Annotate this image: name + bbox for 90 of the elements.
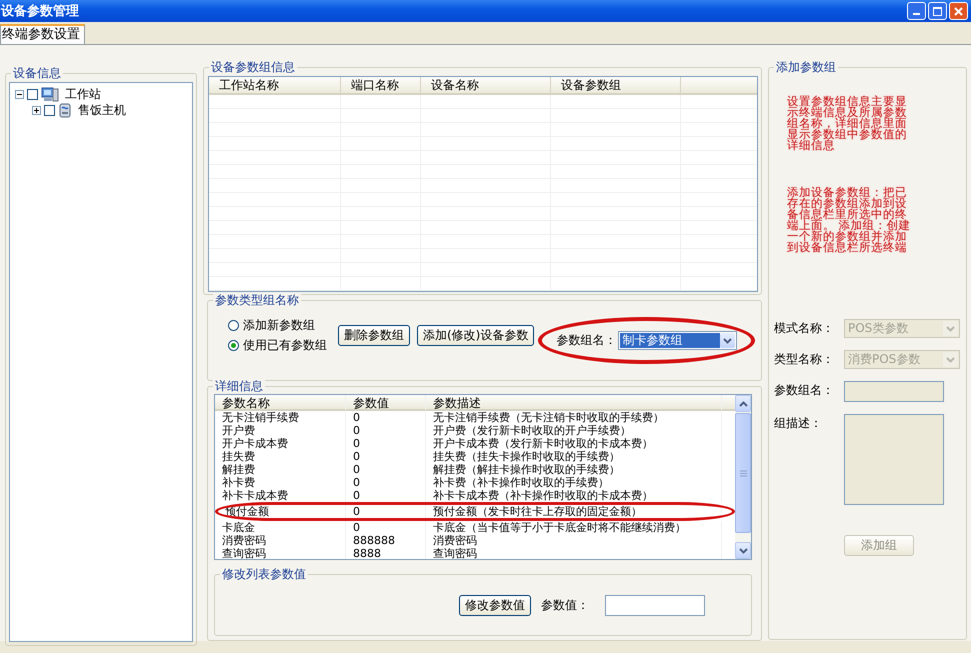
minimize-button[interactable]	[907, 2, 926, 20]
chevron-down-icon	[946, 326, 955, 332]
table-cell: 挂失费（挂失卡操作时收取的手续费）	[426, 450, 722, 463]
field-label: 参数值：	[541, 597, 589, 614]
table-cell: 0	[346, 437, 426, 450]
tab[interactable]: 终端参数设置	[0, 24, 85, 44]
table-cell: 0	[346, 476, 426, 489]
radio-button[interactable]	[228, 340, 239, 351]
scroll-thumb[interactable]	[735, 413, 751, 533]
column-header[interactable]: 端口名称	[341, 77, 421, 95]
group-name-dropdown[interactable]: 制卡参数组	[618, 331, 738, 350]
table-cell: 开户卡成本费	[215, 437, 346, 450]
help-text: 设置参数组信息主要显示终端信息及所属参数组名称，详细信息里面显示参数组中参数值的详细信息	[787, 96, 908, 151]
close-icon	[954, 6, 963, 16]
tree-item[interactable]: 售饭主机	[75, 102, 126, 118]
chevron-down-icon	[738, 548, 748, 554]
device-tree[interactable]: 工作站 售饭主机	[9, 82, 193, 642]
table-cell: 消费密码	[426, 534, 722, 547]
group-title: 设备信息	[11, 66, 63, 80]
scroll-down-button[interactable]	[735, 542, 751, 559]
table-cell: 卡底金（当卡值等于小于卡底金时将不能继续消费）	[426, 521, 722, 534]
expander-icon[interactable]	[32, 106, 41, 114]
maximize-icon	[933, 6, 942, 16]
table-cell: 消费密码	[215, 534, 346, 547]
radio-button[interactable]	[228, 320, 239, 331]
table-cell: 8888	[346, 547, 426, 559]
grip-icon	[740, 470, 746, 476]
column-header[interactable]: 设备名称	[421, 77, 551, 95]
table-cell: 0	[346, 450, 426, 463]
table-cell: 0	[346, 463, 426, 476]
group-title: 修改列表参数值	[220, 567, 308, 581]
close-button[interactable]	[949, 2, 968, 20]
table-cell: 预付金额（发卡时往卡上存取的固定金额）	[426, 505, 722, 518]
radio-label[interactable]: 使用已有参数组	[243, 336, 327, 354]
table-cell: 无卡注销手续费（无卡注销卡时收取的手续费）	[426, 411, 722, 424]
table-cell: 解挂费（解挂卡操作时收取的手续费）	[426, 463, 722, 476]
delete-group-button[interactable]: 删除参数组	[338, 325, 410, 346]
chevron-down-icon	[723, 338, 732, 344]
modify-value-button[interactable]: 修改参数值	[459, 595, 531, 616]
table-cell: 0	[346, 411, 426, 424]
group-title: 参数类型组名称	[213, 293, 301, 308]
table-cell: 开户卡成本费（发行新卡时收取的卡成本费）	[426, 437, 722, 450]
table-cell: 查询密码	[215, 547, 346, 559]
chevron-down-icon	[946, 356, 955, 362]
table-cell: 0	[346, 424, 426, 437]
value-field[interactable]	[605, 595, 705, 616]
field-label: 模式名称：	[774, 320, 835, 337]
table-cell: 888888	[346, 534, 426, 547]
window-title: 设备参数管理	[0, 3, 79, 20]
radio-label[interactable]: 添加新参数组	[243, 316, 315, 334]
computer-icon	[41, 86, 59, 102]
field-label: 类型名称：	[774, 351, 835, 368]
field-label: 参数组名：	[774, 382, 835, 399]
chevron-up-icon	[738, 400, 748, 406]
table-cell: 0	[346, 505, 426, 518]
column-header[interactable]: 参数值	[346, 395, 426, 411]
expander-icon[interactable]	[15, 90, 24, 98]
table-cell: 无卡注销手续费	[215, 411, 346, 424]
field-label: 参数组名：	[556, 332, 616, 350]
table-cell: 卡底金	[215, 521, 346, 534]
table-cell: 解挂费	[215, 463, 346, 476]
column-header	[722, 395, 735, 411]
minimize-icon	[913, 12, 920, 14]
table-cell: 挂失费	[215, 450, 346, 463]
column-header[interactable]: 设备参数组	[551, 77, 681, 95]
group-title: 添加参数组	[774, 60, 838, 74]
column-header[interactable]: 参数名称	[215, 395, 346, 411]
scroll-up-button[interactable]	[735, 395, 751, 412]
table-cell: 0	[346, 489, 426, 502]
group-title: 设备参数组信息	[209, 60, 297, 74]
table-cell: 补卡卡成本费（补卡操作时收取的卡成本费）	[426, 489, 722, 502]
table-cell: 开户费	[215, 424, 346, 437]
maximize-button[interactable]	[928, 2, 947, 20]
column-header[interactable]: 参数描述	[426, 395, 722, 411]
column-header[interactable]: 工作站名称	[209, 77, 341, 95]
table-cell: 补卡费（补卡操作时收取的手续费）	[426, 476, 722, 489]
table-cell: 补卡卡成本费	[215, 489, 346, 502]
table-cell: 补卡费	[215, 476, 346, 489]
checkbox[interactable]	[27, 88, 38, 100]
field-label: 组描述：	[774, 415, 823, 432]
tree-item[interactable]: 工作站	[62, 86, 101, 102]
device-icon	[58, 102, 72, 118]
checkbox[interactable]	[44, 104, 55, 116]
add-parameter-button[interactable]: 添加(修改)设备参数	[417, 325, 534, 346]
table-cell: 查询密码	[426, 547, 722, 559]
scrollbar[interactable]	[735, 395, 751, 559]
table-cell: 0	[346, 521, 426, 534]
help-text: 添加设备参数组：把已存在的参数组添加到设备信息栏里所选中的终端上面。 添加组：创建一个新的参数组并添加到设备信息栏所选终端	[787, 187, 912, 253]
group-title: 详细信息	[213, 379, 265, 393]
table-cell: 开户费（发行新卡时收取的开户手续费）	[426, 424, 722, 437]
